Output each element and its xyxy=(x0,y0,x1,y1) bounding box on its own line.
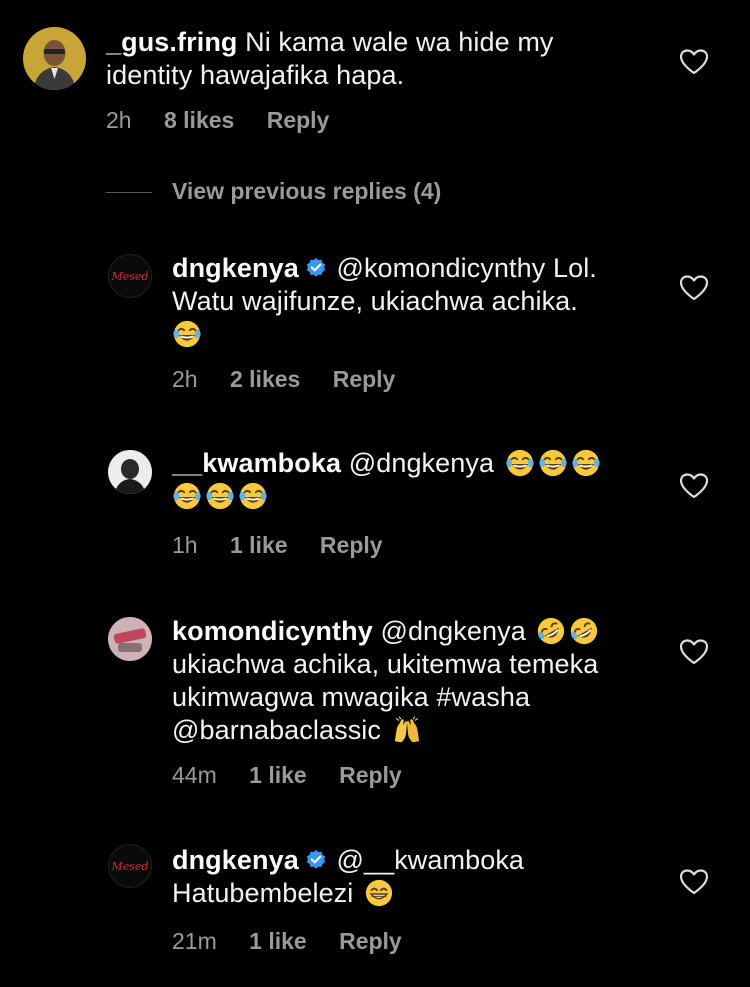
comment-body: Hatubembelezi xyxy=(172,878,354,908)
grin-emoji-icon xyxy=(364,878,394,908)
comment-text: komondicynthy @dngkenya ukiachwa achika,… xyxy=(172,615,672,747)
like-heart-icon[interactable] xyxy=(680,49,708,75)
comment-body-line: ukiachwa achika, ukitemwa temeka xyxy=(172,649,599,679)
like-heart-icon[interactable] xyxy=(680,275,708,301)
joy-emoji-icon xyxy=(571,448,601,478)
mention-link[interactable]: @dngkenya xyxy=(380,616,525,646)
like-heart-icon[interactable] xyxy=(680,639,708,665)
verified-badge-icon xyxy=(305,257,327,279)
timestamp: 21m xyxy=(172,928,217,954)
joy-emoji-icon xyxy=(172,481,202,511)
reply-button[interactable]: Reply xyxy=(333,366,396,392)
comment-meta: 2h 8 likes Reply xyxy=(106,107,355,134)
username[interactable]: dngkenya xyxy=(172,253,299,283)
comment-meta: 1h 1 like Reply xyxy=(172,532,409,559)
mention-link[interactable]: @__kwamboka xyxy=(336,845,524,875)
avatar-kwamboka[interactable] xyxy=(108,450,152,494)
avatar-gus-fring[interactable] xyxy=(23,27,86,90)
like-heart-icon[interactable] xyxy=(680,473,708,499)
svg-text:Mesed: Mesed xyxy=(111,270,149,283)
rofl-emoji-icon xyxy=(536,616,566,646)
likes-count[interactable]: 1 like xyxy=(249,928,307,954)
comment-body-line: ukimwagwa mwagika #washa xyxy=(172,682,531,712)
joy-emoji-icon xyxy=(538,448,568,478)
comment-text: _gus.fring Ni kama wale wa hide my ident… xyxy=(106,26,646,92)
likes-count[interactable]: 1 like xyxy=(230,532,288,558)
username[interactable]: komondicynthy xyxy=(172,616,373,646)
timestamp: 2h xyxy=(106,107,132,133)
mention-link[interactable]: @dngkenya xyxy=(349,448,494,478)
likes-count[interactable]: 1 like xyxy=(249,762,307,788)
username[interactable]: dngkenya xyxy=(172,845,299,875)
mention-link[interactable]: @komondicynthy xyxy=(336,253,545,283)
joy-emoji-icon xyxy=(172,319,202,349)
verified-badge-icon xyxy=(305,849,327,871)
avatar-komondicynthy[interactable] xyxy=(108,617,152,661)
mention-link[interactable]: @barnabaclassic xyxy=(172,715,381,745)
likes-count[interactable]: 8 likes xyxy=(164,107,234,133)
comment-text: dngkenya @komondicynthy Lol. Watu wajifu… xyxy=(172,252,662,351)
reply-button[interactable]: Reply xyxy=(320,532,383,558)
username[interactable]: __kwamboka xyxy=(172,448,341,478)
timestamp: 44m xyxy=(172,762,217,788)
timestamp: 1h xyxy=(172,532,198,558)
view-previous-replies-label[interactable]: View previous replies (4) xyxy=(172,178,441,205)
raised-hands-emoji-icon xyxy=(392,715,422,745)
comment-meta: 21m 1 like Reply xyxy=(172,928,428,955)
comment-text: dngkenya @__kwamboka Hatubembelezi xyxy=(172,844,672,910)
joy-emoji-icon xyxy=(238,481,268,511)
username[interactable]: _gus.fring xyxy=(106,27,238,57)
reply-button[interactable]: Reply xyxy=(339,762,402,788)
joy-emoji-icon xyxy=(205,481,235,511)
avatar-dngkenya[interactable]: Mesed xyxy=(108,254,152,298)
rofl-emoji-icon xyxy=(569,616,599,646)
svg-text:Mesed: Mesed xyxy=(111,860,149,873)
comment-text: __kwamboka @dngkenya xyxy=(172,447,672,513)
reply-button[interactable]: Reply xyxy=(267,107,330,133)
avatar-dngkenya[interactable]: Mesed xyxy=(108,844,152,888)
comment-meta: 44m 1 like Reply xyxy=(172,762,428,789)
timestamp: 2h xyxy=(172,366,198,392)
divider-line xyxy=(106,192,152,193)
comment-meta: 2h 2 likes Reply xyxy=(172,366,421,393)
like-heart-icon[interactable] xyxy=(680,869,708,895)
joy-emoji-icon xyxy=(505,448,535,478)
reply-button[interactable]: Reply xyxy=(339,928,402,954)
likes-count[interactable]: 2 likes xyxy=(230,366,300,392)
